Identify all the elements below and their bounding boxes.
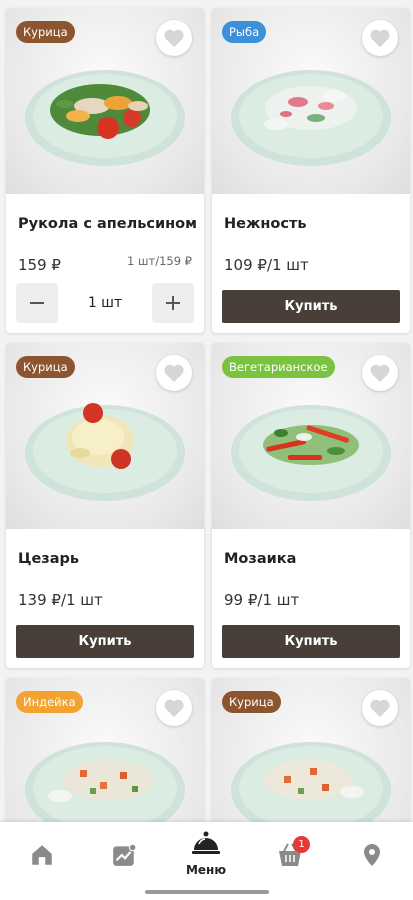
category-badge: Индейка	[16, 691, 83, 713]
buy-button[interactable]: Купить	[222, 290, 400, 323]
salad-plate-image	[25, 70, 185, 167]
product-price: 139 ₽/1 шт	[18, 591, 103, 609]
bottom-navigation: Меню 1	[0, 822, 413, 900]
product-title: Нежность	[224, 216, 307, 232]
menu-cloche-icon	[192, 831, 220, 854]
menu-screen: Курица Рукола с апельсином 159 ₽ 1 шт/15…	[0, 0, 413, 900]
favorite-heart-icon[interactable]	[156, 20, 192, 56]
system-home-indicator[interactable]	[145, 890, 269, 894]
quantity-value: 1 шт	[87, 295, 123, 311]
category-badge: Курица	[16, 356, 75, 378]
decrease-button[interactable]	[16, 283, 58, 323]
buy-button[interactable]: Купить	[16, 625, 194, 658]
category-badge: Курица	[16, 21, 75, 43]
product-card-rukola[interactable]: Курица Рукола с апельсином 159 ₽ 1 шт/15…	[6, 8, 204, 333]
buy-button[interactable]: Купить	[222, 625, 400, 658]
nav-home[interactable]	[12, 842, 72, 872]
product-price: 159 ₽	[18, 256, 61, 274]
category-badge: Курица	[222, 691, 281, 713]
favorite-heart-icon[interactable]	[156, 355, 192, 391]
favorite-heart-icon[interactable]	[362, 355, 398, 391]
home-icon	[32, 845, 52, 865]
product-title: Цезарь	[18, 551, 80, 567]
nav-cart[interactable]: 1	[260, 836, 320, 872]
minus-icon	[30, 302, 44, 304]
favorite-heart-icon[interactable]	[362, 20, 398, 56]
nav-menu-label: Меню	[185, 863, 227, 877]
product-card-mozaika[interactable]: Вегетарианское Мозаика 99 ₽/1 шт Купить	[212, 343, 410, 668]
nav-menu[interactable]: Меню	[176, 830, 236, 877]
product-photo: Вегетарианское	[212, 343, 410, 529]
favorite-heart-icon[interactable]	[362, 690, 398, 726]
quantity-stepper: 1 шт	[16, 283, 194, 323]
salad-plate-image	[231, 405, 391, 502]
nav-location[interactable]	[342, 842, 402, 872]
nav-trending[interactable]	[94, 842, 154, 872]
product-photo: Курица	[6, 8, 204, 194]
increase-button[interactable]	[152, 283, 194, 323]
cart-count-badge: 1	[293, 836, 310, 853]
product-card-caesar[interactable]: Курица Цезарь 139 ₽/1 шт Купить	[6, 343, 204, 668]
product-price: 109 ₽/1 шт	[224, 256, 309, 274]
location-icon	[364, 844, 380, 866]
plus-icon	[166, 296, 180, 310]
salad-plate-image	[25, 403, 185, 502]
salad-plate-image	[231, 70, 391, 167]
category-badge: Рыба	[222, 21, 267, 43]
product-title: Мозаика	[224, 551, 297, 567]
product-photo: Курица	[6, 343, 204, 529]
product-photo: Рыба	[212, 8, 410, 194]
product-card-nezhnost[interactable]: Рыба Нежность 109 ₽/1 шт Купить	[212, 8, 410, 333]
category-badge: Вегетарианское	[222, 356, 335, 378]
product-price: 99 ₽/1 шт	[224, 591, 300, 609]
favorite-heart-icon[interactable]	[156, 690, 192, 726]
product-title: Рукола с апельсином	[18, 216, 197, 232]
unit-price: 1 шт/159 ₽	[127, 254, 192, 268]
trending-icon	[113, 843, 137, 866]
